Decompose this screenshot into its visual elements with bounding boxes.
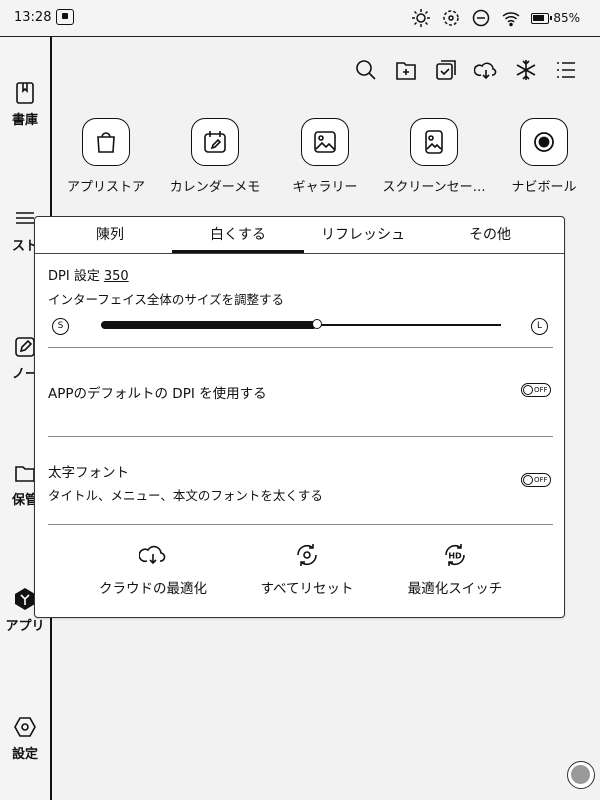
refresh-icon[interactable] bbox=[441, 8, 461, 28]
app-icon-frame bbox=[191, 118, 239, 166]
battery-percent: 85% bbox=[553, 11, 580, 25]
app-default-dpi-label: APPのデフォルトの DPI を使用する bbox=[48, 386, 267, 402]
dpi-setting-title: DPI 設定 350 bbox=[48, 265, 129, 284]
sidebar-item-label: 設定 bbox=[11, 747, 38, 762]
book-icon bbox=[16, 82, 34, 104]
bold-font-description: タイトル、メニュー、本文のフォントを太くする bbox=[48, 488, 323, 503]
dpi-slider[interactable] bbox=[101, 319, 501, 329]
toolbar bbox=[354, 58, 578, 82]
status-bar: 13:28 85% bbox=[0, 0, 600, 37]
app-tile-calendar-memo[interactable]: カレンダーメモ bbox=[155, 118, 275, 195]
dpi-slider-fill bbox=[101, 321, 317, 329]
sidebar-item-settings[interactable]: 設定 bbox=[0, 715, 50, 762]
brightness-icon[interactable] bbox=[411, 8, 431, 28]
action-label: クラウドの最適化 bbox=[99, 581, 207, 597]
divider bbox=[48, 524, 553, 525]
tab-whiten[interactable]: 白くする bbox=[172, 217, 304, 253]
app-tile-navi-ball[interactable]: ナビボール bbox=[484, 118, 600, 195]
action-label: すべてリセット bbox=[260, 581, 354, 597]
app-icon-frame bbox=[82, 118, 130, 166]
screensaver-icon bbox=[425, 130, 443, 154]
divider bbox=[48, 347, 553, 348]
dpi-small-label: S bbox=[52, 318, 69, 335]
search-icon[interactable] bbox=[354, 58, 378, 82]
dpi-description: インターフェイス全体のサイズを調整する bbox=[48, 292, 285, 307]
svg-text:HD: HD bbox=[448, 552, 462, 561]
dpi-label: DPI 設定 bbox=[48, 269, 100, 284]
sidebar-item-library[interactable]: 書庫 bbox=[0, 81, 50, 128]
hd-switch-icon: HD bbox=[445, 544, 465, 566]
calendar-memo-icon bbox=[204, 131, 226, 153]
panel-tabs: 陳列 白くする リフレッシュ その他 bbox=[35, 217, 564, 254]
optimization-switch-button[interactable]: HD 最適化スイッチ bbox=[375, 541, 535, 597]
app-tile-screensaver[interactable]: スクリーンセー… bbox=[374, 118, 494, 195]
cloud-optimize-icon bbox=[139, 545, 166, 565]
display-settings-panel: 陳列 白くする リフレッシュ その他 DPI 設定 350 インターフェイス全体の… bbox=[34, 216, 565, 618]
bold-font-toggle[interactable]: OFF bbox=[521, 473, 551, 487]
app-icon-frame bbox=[520, 118, 568, 166]
app-label: ギャラリー bbox=[292, 180, 358, 195]
status-icons: 85% bbox=[411, 8, 580, 28]
settings-hex-icon bbox=[14, 717, 36, 737]
reset-all-icon bbox=[297, 544, 317, 566]
freeze-icon[interactable] bbox=[514, 58, 538, 82]
tab-layout[interactable]: 陳列 bbox=[44, 217, 176, 253]
screen-record-icon[interactable] bbox=[56, 9, 74, 25]
action-label: 最適化スイッチ bbox=[407, 581, 503, 597]
tab-other[interactable]: その他 bbox=[424, 217, 556, 253]
reset-all-button[interactable]: すべてリセット bbox=[227, 541, 387, 597]
app-default-dpi-toggle[interactable]: OFF bbox=[521, 383, 551, 397]
clock: 13:28 bbox=[14, 10, 52, 25]
add-folder-icon[interactable] bbox=[394, 58, 418, 82]
wifi-icon[interactable] bbox=[501, 8, 521, 28]
bold-font-label: 太字フォント bbox=[48, 465, 129, 481]
battery-indicator: 85% bbox=[531, 11, 580, 25]
app-label: スクリーンセー… bbox=[382, 180, 486, 195]
app-label: アプリストア bbox=[66, 180, 145, 195]
cloud-optimize-button[interactable]: クラウドの最適化 bbox=[73, 541, 233, 597]
app-label: ナビボール bbox=[511, 180, 577, 195]
dpi-value[interactable]: 350 bbox=[104, 269, 129, 284]
app-icon-frame bbox=[410, 118, 458, 166]
sidebar-item-label: 書庫 bbox=[11, 113, 38, 128]
multi-select-icon[interactable] bbox=[434, 58, 458, 82]
app-tile-app-store[interactable]: アプリストア bbox=[46, 118, 166, 195]
app-icon-frame bbox=[301, 118, 349, 166]
tab-refresh[interactable]: リフレッシュ bbox=[297, 217, 429, 253]
shopping-bag-icon bbox=[97, 132, 115, 153]
minus-circle-icon[interactable] bbox=[471, 8, 491, 28]
dpi-large-label: L bbox=[531, 318, 548, 335]
cloud-download-icon[interactable] bbox=[474, 58, 498, 82]
navi-ball-icon bbox=[534, 132, 554, 152]
battery-icon bbox=[531, 12, 553, 24]
app-label: カレンダーメモ bbox=[169, 180, 261, 195]
floating-navi-ball[interactable] bbox=[567, 761, 595, 789]
divider bbox=[48, 436, 553, 437]
app-tile-gallery[interactable]: ギャラリー bbox=[265, 118, 385, 195]
gallery-icon bbox=[314, 131, 336, 153]
list-menu-icon[interactable] bbox=[554, 58, 578, 82]
dpi-slider-handle[interactable] bbox=[312, 319, 322, 329]
